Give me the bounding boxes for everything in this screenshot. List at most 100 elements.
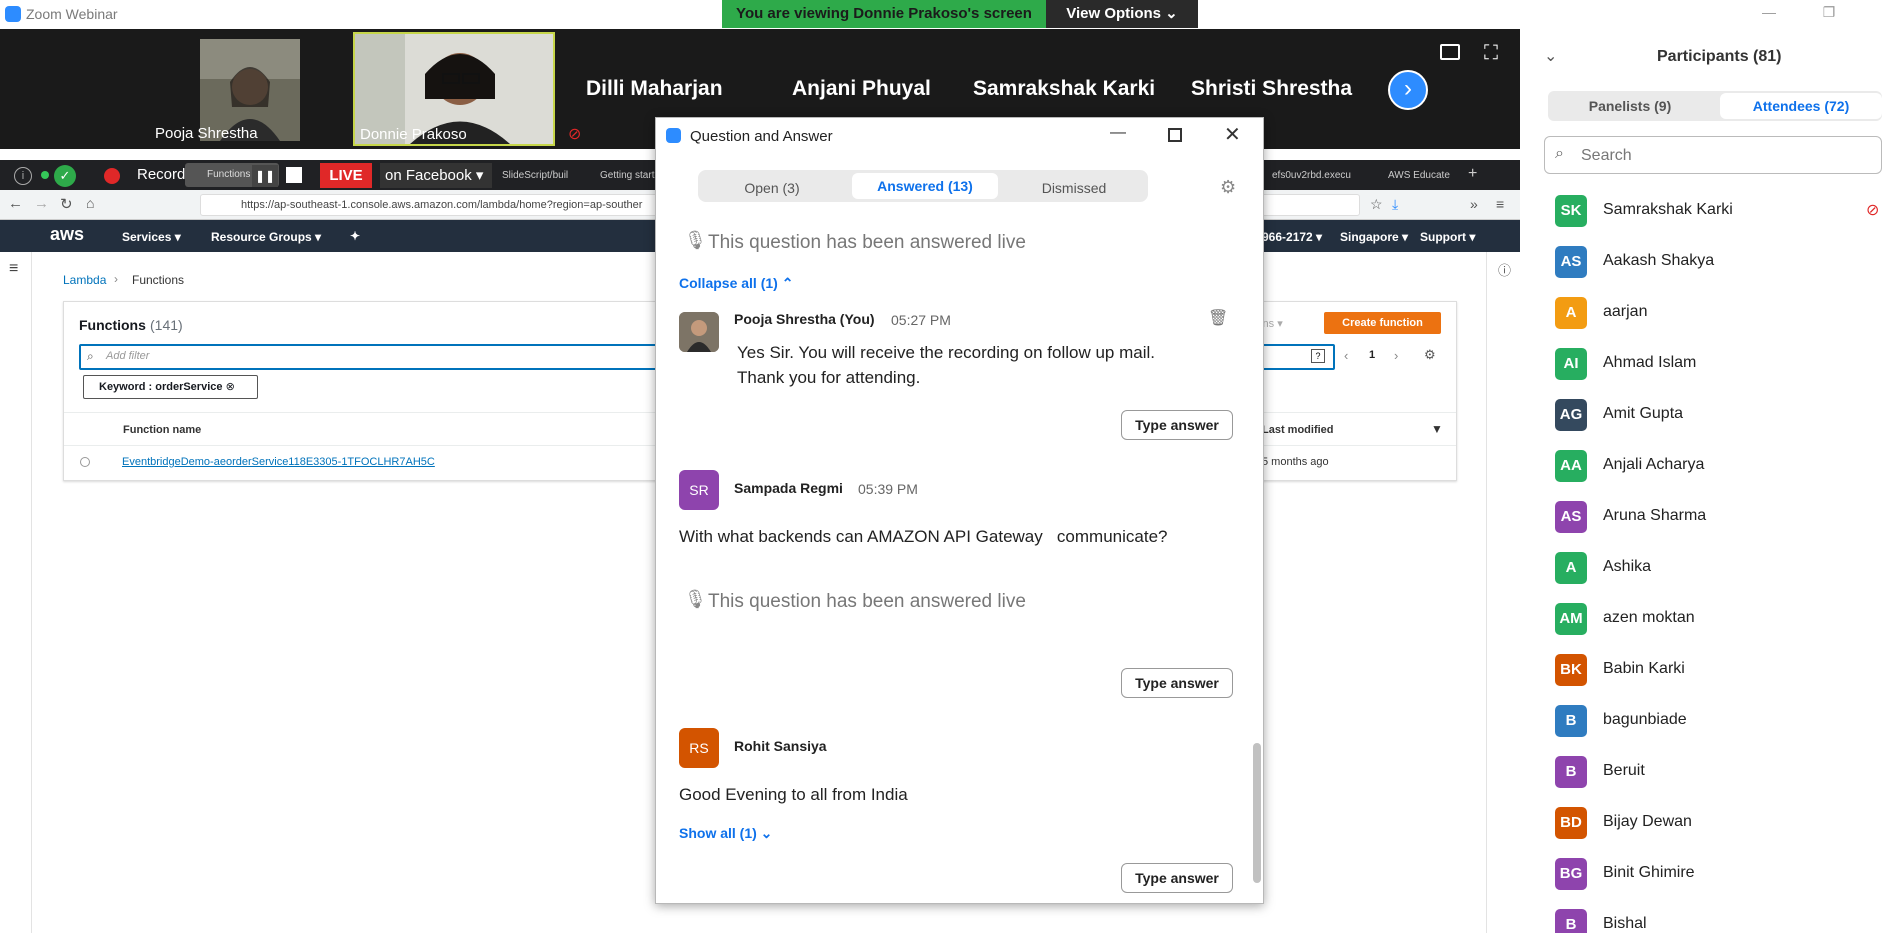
participant-row[interactable]: AM azen moktan	[1520, 594, 1882, 644]
breadcrumb-current: Functions	[132, 273, 185, 287]
participant-row[interactable]: B Beruit	[1520, 747, 1882, 797]
scrollbar-thumb[interactable]	[1253, 743, 1261, 883]
participant-name: Donnie Prakoso	[360, 126, 467, 143]
restore-icon[interactable]: ❐	[1818, 4, 1840, 24]
row-radio[interactable]	[80, 457, 90, 467]
support-menu[interactable]: Support ▾	[1420, 230, 1475, 244]
browser-tab[interactable]: SlideScript/buil	[502, 170, 568, 181]
browser-tab[interactable]: AWS Educate	[1388, 170, 1450, 181]
trash-icon[interactable]: 🗑	[1208, 308, 1228, 328]
minimize-icon[interactable]: —	[1758, 4, 1780, 24]
question-author: Rohit Sansiya	[734, 738, 827, 754]
participant-row[interactable]: AS Aakash Shakya	[1520, 237, 1882, 287]
remove-filter-icon[interactable]: ⊗	[226, 381, 235, 393]
search-input[interactable]: ⌕ Search	[1544, 136, 1882, 174]
participant-row[interactable]: BD Bijay Dewan	[1520, 798, 1882, 848]
participant-row[interactable]: SK Samrakshak Karki ⊘	[1520, 186, 1882, 236]
tab-open[interactable]: Open (3)	[700, 173, 844, 203]
pause-icon[interactable]: ❚❚	[252, 165, 278, 187]
fullscreen-icon[interactable]: ⛶	[1484, 42, 1498, 65]
settings-gear-icon[interactable]: ⚙	[1220, 177, 1236, 198]
new-tab-icon[interactable]: +	[1468, 165, 1477, 183]
avatar: B	[1555, 756, 1587, 788]
participant-row[interactable]: A Ashika	[1520, 543, 1882, 593]
video-tile-donnie[interactable]: Donnie Prakoso ⊘	[353, 32, 581, 146]
tab-answered[interactable]: Answered (13)	[852, 173, 998, 199]
prev-page-icon[interactable]: ‹	[1344, 348, 1348, 363]
resource-groups-menu[interactable]: Resource Groups ▾	[211, 230, 321, 244]
star-icon[interactable]: ☆	[1370, 196, 1383, 213]
answer-time: 05:27 PM	[891, 312, 951, 328]
next-page-icon[interactable]: ›	[1394, 348, 1398, 363]
layout-toggle-icon[interactable]	[1440, 44, 1460, 60]
next-page-arrow-icon[interactable]: ›	[1388, 70, 1428, 110]
participant-name: Babin Karki	[1603, 660, 1685, 677]
more-tools-icon[interactable]: »	[1470, 196, 1478, 212]
info-icon[interactable]: i	[14, 167, 32, 185]
type-answer-button[interactable]: Type answer	[1121, 668, 1233, 698]
settings-gear-icon[interactable]: ⚙	[1424, 347, 1436, 363]
region-menu[interactable]: Singapore ▾	[1340, 230, 1408, 244]
participant-row[interactable]: AG Amit Gupta	[1520, 390, 1882, 440]
type-answer-button[interactable]: Type answer	[1121, 410, 1233, 440]
tab-attendees[interactable]: Attendees (72)	[1720, 93, 1882, 119]
url-text: https://ap-southeast-1.console.aws.amazo…	[241, 199, 643, 211]
pin-icon[interactable]: ✦	[350, 229, 360, 243]
home-icon[interactable]: ⌂	[86, 195, 94, 211]
type-answer-button[interactable]: Type answer	[1121, 863, 1233, 893]
window-title: Zoom Webinar	[26, 6, 118, 22]
browser-tab[interactable]: Getting starte	[600, 170, 660, 181]
participant-row[interactable]: AA Anjali Acharya	[1520, 441, 1882, 491]
help-icon[interactable]: ?	[1311, 349, 1325, 363]
services-menu[interactable]: Services ▾	[122, 230, 181, 244]
participant-row[interactable]: AI Ahmad Islam	[1520, 339, 1882, 389]
info-circle-icon[interactable]: ⓘ	[1498, 260, 1511, 279]
tab-dismissed[interactable]: Dismissed	[1002, 173, 1146, 203]
stop-icon[interactable]	[286, 167, 302, 183]
avatar: AS	[1555, 501, 1587, 533]
back-icon[interactable]: ←	[8, 195, 23, 212]
view-options-button[interactable]: View Options ⌄	[1046, 0, 1198, 28]
live-target-dropdown[interactable]: on Facebook ▾	[380, 163, 492, 188]
question-text: With what backends can AMAZON API Gatewa…	[679, 527, 1168, 546]
question-author: Sampada Regmi	[734, 480, 843, 496]
participant-list: SK Samrakshak Karki ⊘ AS Aakash Shakya Aaarja…	[1520, 186, 1882, 933]
participant-row[interactable]: AS Aruna Sharma	[1520, 492, 1882, 542]
close-icon[interactable]: ✕	[1224, 122, 1241, 147]
avatar: AS	[1555, 246, 1587, 278]
participant-row[interactable]: BG Binit Ghimire	[1520, 849, 1882, 899]
live-target-label: on Facebook	[385, 167, 472, 184]
avatar: AI	[1555, 348, 1587, 380]
tab-panelists[interactable]: Panelists (9)	[1548, 91, 1712, 121]
forward-icon[interactable]: →	[34, 195, 49, 212]
account-menu[interactable]: 966-2172 ▾	[1262, 230, 1322, 244]
hamburger-icon[interactable]: ≡	[9, 260, 18, 278]
column-header-name: Function name	[123, 424, 202, 436]
reload-icon[interactable]: ↻	[60, 195, 73, 213]
browser-tab[interactable]: efs0uv2rbd.execu	[1272, 170, 1351, 181]
zoom-logo-icon	[5, 6, 21, 22]
live-badge: LIVE	[320, 163, 372, 188]
aws-logo[interactable]: aws	[50, 224, 84, 245]
maximize-icon[interactable]	[1168, 128, 1182, 142]
breadcrumb-lambda[interactable]: Lambda	[63, 273, 106, 287]
collapse-all-link[interactable]: Collapse all (1) ⌃	[679, 275, 793, 292]
keyword-filter-chip: Keyword : orderService ⊗	[83, 375, 258, 399]
participant-row[interactable]: Bbagunbiade	[1520, 696, 1882, 746]
page-number: 1	[1369, 349, 1376, 361]
minimize-icon[interactable]: —	[1110, 124, 1126, 142]
participant-row[interactable]: BK Babin Karki	[1520, 645, 1882, 695]
video-tile-pooja[interactable]: Pooja Shrestha	[150, 37, 300, 145]
download-icon[interactable]: ⤓	[1392, 196, 1398, 213]
muted-mic-icon[interactable]: ⊘	[1866, 200, 1879, 220]
search-icon: ⌕	[1555, 145, 1564, 162]
video-name-tile: Samrakshak Karki	[973, 77, 1156, 100]
function-name-link[interactable]: EventbridgeDemo-aeorderService118E3305-1…	[122, 456, 435, 468]
create-function-button[interactable]: Create function	[1324, 312, 1441, 334]
collapse-panel-icon[interactable]: ⌄	[1544, 46, 1557, 66]
sort-caret-icon[interactable]: ▼	[1431, 422, 1443, 436]
participant-row[interactable]: B Bishal	[1520, 900, 1882, 933]
menu-icon[interactable]: ≡	[1496, 196, 1504, 212]
show-all-link[interactable]: Show all (1) ⌄	[679, 825, 772, 842]
participant-row[interactable]: Aaarjan	[1520, 288, 1882, 338]
